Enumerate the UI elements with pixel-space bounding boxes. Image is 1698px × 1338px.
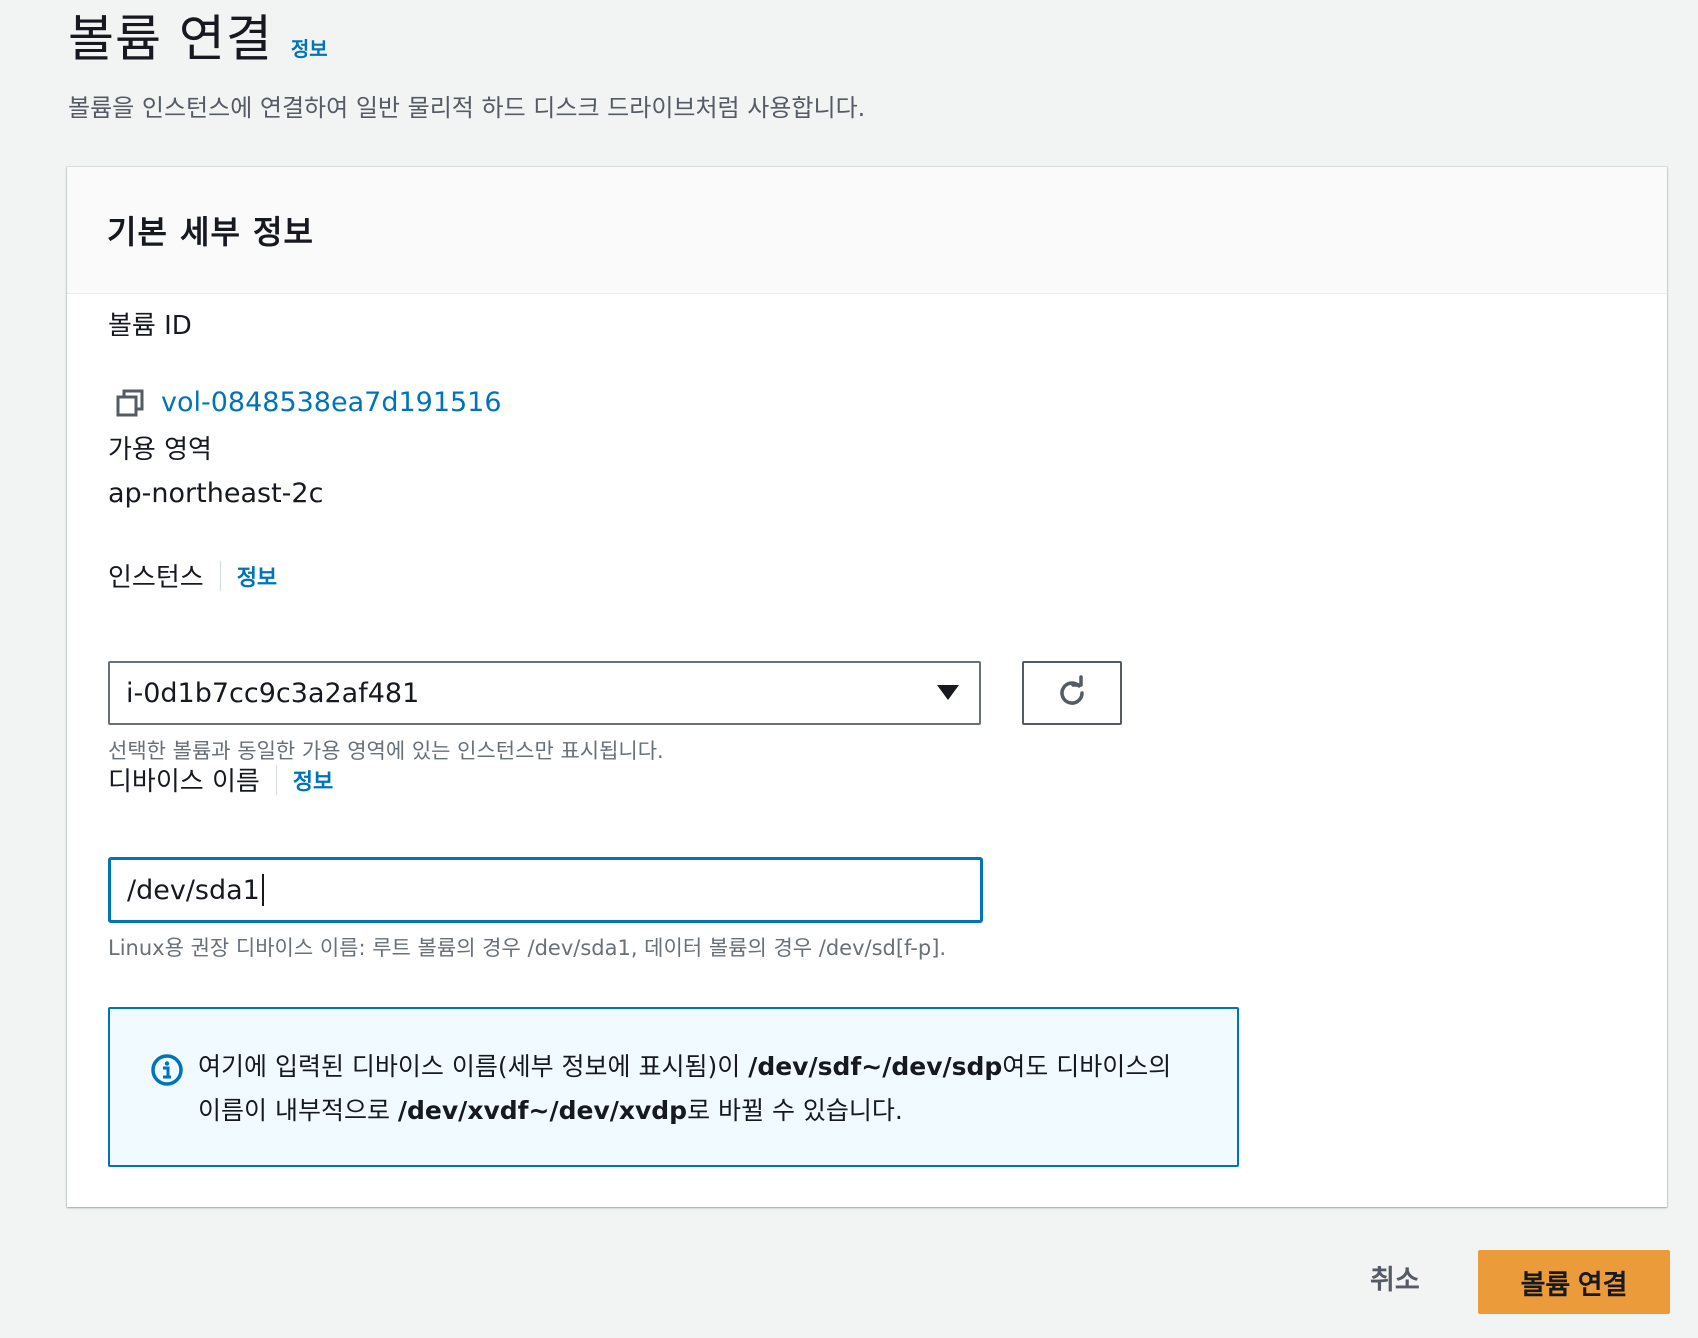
page-title-row: 볼륨 연결 정보	[68, 4, 328, 74]
volume-id-link[interactable]: vol-0848538ea7d191516	[161, 387, 502, 418]
instance-label-text: 인스턴스	[108, 563, 204, 593]
availability-zone-label-text: 가용 영역	[108, 435, 212, 465]
alert-message: 여기에 입력된 디바이스 이름(세부 정보에 표시됨)이 /dev/sdf~/d…	[198, 1045, 1198, 1133]
alert-text-1: 여기에 입력된 디바이스 이름(세부 정보에 표시됨)이	[198, 1052, 749, 1081]
info-icon	[151, 1054, 183, 1086]
volume-id-label-text: 볼륨 ID	[108, 311, 192, 341]
instance-select[interactable]: i-0d1b7cc9c3a2af481	[108, 661, 981, 725]
copy-icon[interactable]	[115, 388, 145, 418]
caret-down-icon	[937, 685, 959, 700]
basic-details-panel: 기본 세부 정보 볼륨 ID vol-0848538ea7d191516 가용 …	[67, 167, 1667, 1207]
panel-title: 기본 세부 정보	[107, 213, 314, 251]
alert-bold-2: /dev/xvdf~/dev/xvdp	[397, 1096, 688, 1125]
info-alert: 여기에 입력된 디바이스 이름(세부 정보에 표시됨)이 /dev/sdf~/d…	[108, 1007, 1239, 1167]
refresh-button[interactable]	[1022, 661, 1122, 725]
device-name-hint: Linux용 권장 디바이스 이름: 루트 볼륨의 경우 /dev/sda1, …	[108, 936, 947, 960]
page-title: 볼륨 연결	[68, 10, 273, 68]
text-cursor	[261, 874, 264, 906]
volume-id-row: vol-0848538ea7d191516	[115, 387, 502, 418]
device-name-label-text: 디바이스 이름	[108, 767, 260, 797]
attach-volume-button[interactable]: 볼륨 연결	[1478, 1250, 1670, 1314]
instance-select-value: i-0d1b7cc9c3a2af481	[126, 677, 420, 709]
cancel-button[interactable]: 취소	[1370, 1258, 1420, 1297]
availability-zone-value: ap-northeast-2c	[108, 478, 324, 509]
volume-id-label: 볼륨 ID	[108, 305, 192, 342]
label-divider	[219, 560, 221, 591]
alert-text-3: 로 바뀔 수 있습니다.	[687, 1096, 903, 1125]
page-info-link[interactable]: 정보	[291, 33, 328, 62]
device-name-info-link[interactable]: 정보	[293, 764, 333, 796]
page-header: 볼륨 연결 정보	[68, 0, 328, 74]
device-name-input-value: /dev/sda1	[127, 874, 260, 906]
instance-label: 인스턴스 정보	[108, 557, 277, 594]
alert-bold-1: /dev/sdf~/dev/sdp	[748, 1052, 1003, 1081]
page-description: 볼륨을 인스턴스에 연결하여 일반 물리적 하드 디스크 드라이브처럼 사용합니…	[68, 94, 866, 122]
availability-zone-label: 가용 영역	[108, 429, 212, 466]
label-divider	[275, 764, 277, 795]
panel-header: 기본 세부 정보	[67, 167, 1667, 294]
device-name-label: 디바이스 이름 정보	[108, 761, 333, 798]
instance-info-link[interactable]: 정보	[237, 560, 277, 592]
refresh-icon	[1060, 675, 1084, 705]
device-name-input[interactable]: /dev/sda1	[108, 857, 983, 923]
